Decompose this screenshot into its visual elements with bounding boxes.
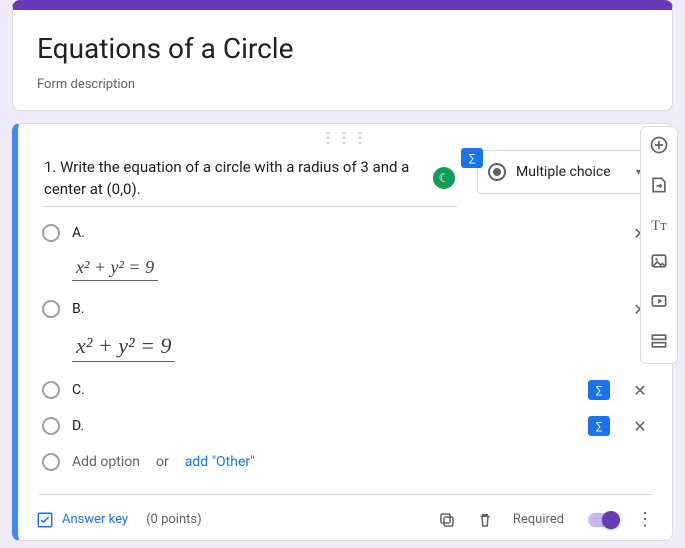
option-label-input[interactable]: A. [72, 225, 616, 241]
form-title[interactable]: Equations of a Circle [37, 32, 648, 65]
option-equation-image[interactable]: x² + y² = 9 [72, 255, 158, 281]
check-box-icon [36, 511, 54, 529]
import-icon [649, 175, 669, 195]
radio-icon [488, 163, 506, 181]
add-section-button[interactable] [649, 331, 669, 355]
form-header-card: Equations of a Circle Form description [12, 0, 673, 111]
equation-badge-icon[interactable]: ∑ [461, 148, 483, 168]
option-label-input[interactable]: D. [72, 418, 576, 434]
add-option-button[interactable]: Add option [72, 454, 140, 470]
delete-button[interactable] [475, 510, 495, 530]
text-icon: Tᴛ [651, 218, 667, 234]
more-options-button[interactable]: ⋮ [636, 509, 654, 530]
radio-icon [42, 300, 60, 318]
close-icon: ✕ [633, 417, 646, 436]
form-description[interactable]: Form description [37, 77, 648, 92]
answer-key-label: Answer key [62, 512, 128, 527]
equation-badge-icon[interactable]: ∑ [588, 416, 610, 436]
duplicate-button[interactable] [437, 510, 457, 530]
question-prompt-text: 1. Write the equation of a circle with a… [44, 156, 427, 200]
equation-badge-icon[interactable]: ∑ [588, 380, 610, 400]
answer-key-button[interactable]: Answer key [36, 511, 128, 529]
remove-option-button[interactable]: ✕ [628, 417, 652, 436]
video-icon [649, 291, 669, 311]
points-label: (0 points) [146, 512, 202, 527]
section-icon [649, 331, 669, 351]
radio-icon [42, 417, 60, 435]
remove-option-button[interactable]: ✕ [628, 381, 652, 400]
add-title-button[interactable]: Tᴛ [651, 215, 667, 235]
options-list: A. ✕ x² + y² = 9 B. ✕ x² + y² = 9 C. ∑ ✕… [18, 207, 672, 480]
question-footer: Answer key (0 points) Required ⋮ [18, 495, 672, 540]
question-type-dropdown[interactable]: Multiple choice ▾ [477, 150, 652, 194]
image-icon [649, 251, 669, 271]
radio-icon [42, 224, 60, 242]
add-option-row: Add option or add "Other" [42, 444, 652, 480]
trash-icon [476, 511, 494, 529]
import-questions-button[interactable] [649, 175, 669, 199]
option-row: D. ∑ ✕ [42, 408, 652, 444]
question-type-label: Multiple choice [516, 164, 611, 180]
side-toolbar: Tᴛ [640, 126, 678, 364]
add-other-button[interactable]: add "Other" [185, 454, 255, 470]
plus-circle-icon [649, 135, 669, 155]
option-label-input[interactable]: C. [72, 382, 576, 398]
option-equation-image[interactable]: x² + y² = 9 [72, 331, 175, 362]
add-image-button[interactable] [649, 251, 669, 275]
option-row: C. ∑ ✕ [42, 372, 652, 408]
required-label: Required [513, 512, 564, 527]
radio-icon [42, 381, 60, 399]
question-title-input[interactable]: 1. Write the equation of a circle with a… [42, 150, 457, 207]
add-question-button[interactable] [649, 135, 669, 159]
question-card: ⋮⋮⋮ ∑ 1. Write the equation of a circle … [12, 123, 673, 541]
option-row: B. ✕ [42, 291, 652, 327]
option-label-input[interactable]: B. [72, 301, 616, 317]
equation-active-icon[interactable]: ☾ [433, 167, 455, 189]
add-video-button[interactable] [649, 291, 669, 315]
or-text: or [156, 454, 169, 470]
option-row: A. ✕ [42, 215, 652, 251]
copy-icon [438, 511, 456, 529]
close-icon: ✕ [633, 381, 646, 400]
required-toggle[interactable] [588, 513, 618, 527]
drag-handle-icon[interactable]: ⋮⋮⋮ [18, 124, 672, 146]
radio-icon [42, 453, 60, 471]
toggle-knob-icon [602, 511, 620, 529]
